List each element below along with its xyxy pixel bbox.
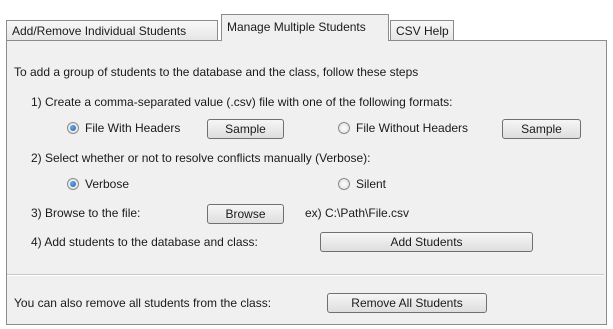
intro-text: To add a group of students to the databa… bbox=[14, 65, 419, 79]
remove-label: You can also remove all students from th… bbox=[14, 296, 272, 310]
sample-with-headers-button[interactable]: Sample bbox=[207, 119, 284, 139]
silent-label[interactable]: Silent bbox=[356, 177, 386, 192]
file-with-headers-label[interactable]: File With Headers bbox=[85, 121, 180, 136]
add-students-button[interactable]: Add Students bbox=[320, 232, 533, 252]
separator bbox=[7, 274, 604, 276]
tab-strip: Add/Remove Individual Students Manage Mu… bbox=[0, 0, 613, 41]
step4-label: 4) Add students to the database and clas… bbox=[31, 235, 258, 249]
verbose-radio[interactable] bbox=[67, 178, 79, 190]
example-path: ex) C:\Path\File.csv bbox=[305, 206, 410, 220]
step2-label: 2) Select whether or not to resolve conf… bbox=[31, 151, 371, 165]
step3-label: 3) Browse to the file: bbox=[31, 206, 141, 220]
silent-radio[interactable] bbox=[338, 178, 350, 190]
browse-button[interactable]: Browse bbox=[207, 204, 284, 224]
file-without-headers-label[interactable]: File Without Headers bbox=[356, 121, 468, 136]
tab-manage-multiple[interactable]: Manage Multiple Students bbox=[221, 14, 389, 41]
file-with-headers-radio[interactable] bbox=[67, 122, 79, 134]
step1-label: 1) Create a comma-separated value (.csv)… bbox=[31, 95, 453, 109]
tab-add-remove-individual[interactable]: Add/Remove Individual Students bbox=[6, 20, 218, 40]
remove-all-students-button[interactable]: Remove All Students bbox=[327, 293, 487, 313]
tab-csv-help[interactable]: CSV Help bbox=[390, 20, 454, 40]
file-without-headers-radio[interactable] bbox=[338, 122, 350, 134]
verbose-label[interactable]: Verbose bbox=[85, 177, 129, 192]
sample-without-headers-button[interactable]: Sample bbox=[502, 119, 581, 139]
